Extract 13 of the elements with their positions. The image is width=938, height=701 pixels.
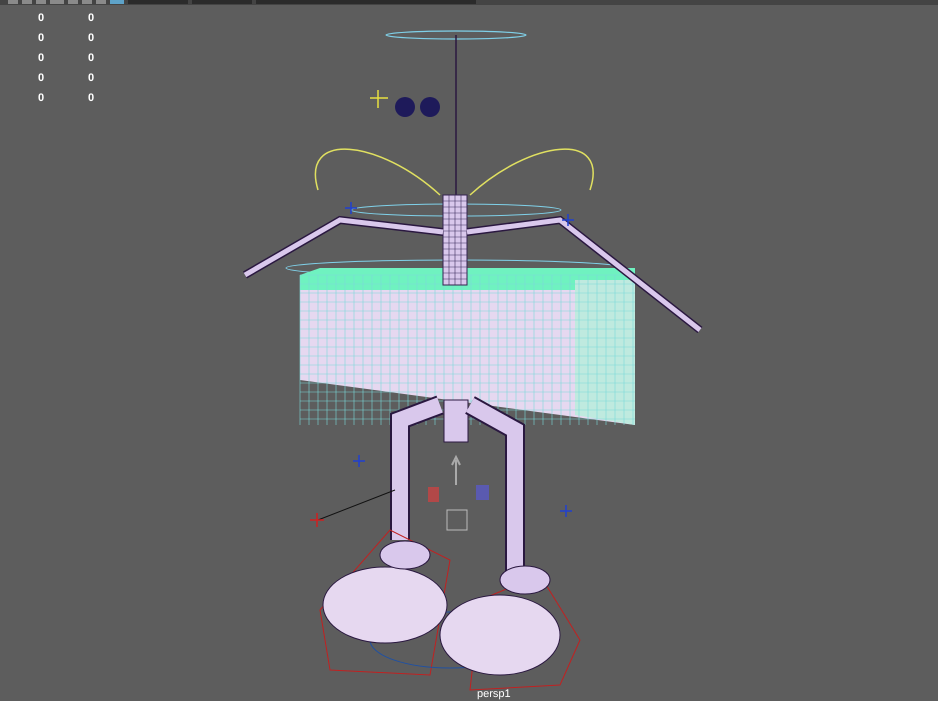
- hud-value: 0: [88, 31, 96, 46]
- hud-value: 0: [88, 51, 96, 66]
- hud-value: 0: [38, 11, 46, 26]
- hud-value: 0: [38, 91, 46, 106]
- hud-value: 0: [38, 31, 46, 46]
- camera-label: persp1: [477, 688, 511, 700]
- hud-value: 0: [38, 71, 46, 86]
- toolbar-icon[interactable]: [50, 0, 64, 4]
- hud-value: 0: [88, 71, 96, 86]
- toolbar-icon[interactable]: [110, 0, 124, 4]
- hud-value: 0: [88, 91, 96, 106]
- hud-value: 0: [88, 11, 96, 26]
- hud-value: 0: [38, 51, 46, 66]
